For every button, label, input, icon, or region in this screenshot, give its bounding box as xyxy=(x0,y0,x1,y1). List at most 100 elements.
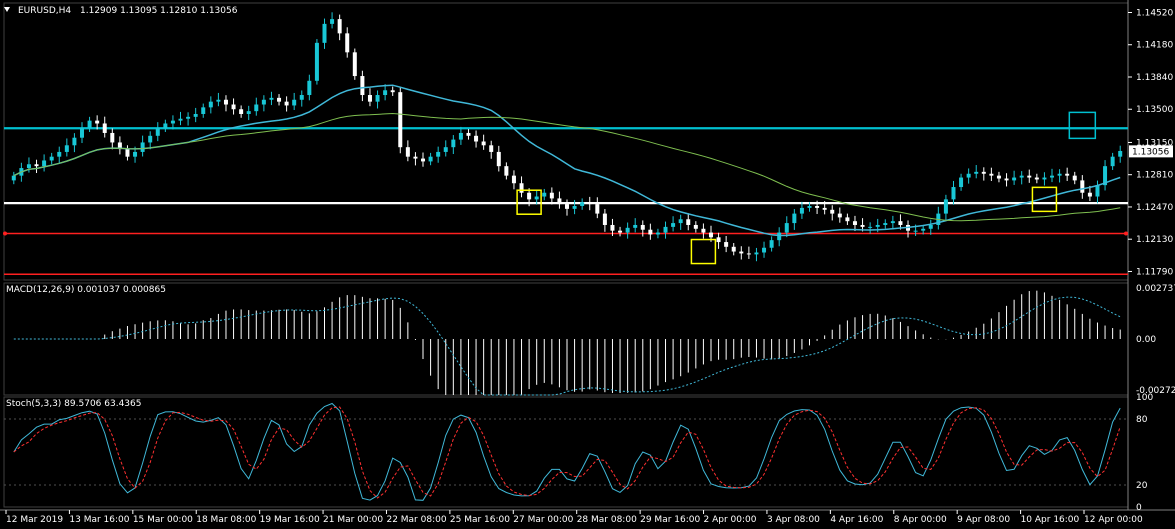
candle-body xyxy=(314,42,319,81)
candle-body xyxy=(405,147,410,157)
candle-body xyxy=(868,226,873,228)
annotation-boxes[interactable] xyxy=(516,111,1097,265)
price-tick-label: 1.14180 xyxy=(1136,41,1173,51)
time-tick-label: 22 Mar 08:00 xyxy=(386,515,446,525)
candle-body xyxy=(496,151,501,167)
time-tick-label: 12 Apr 00:00 xyxy=(1084,515,1143,525)
candle-body xyxy=(231,104,236,110)
time-tick-label: 21 Mar 00:00 xyxy=(323,515,383,525)
candle-body xyxy=(299,95,304,100)
stoch-tick-label: 20 xyxy=(1136,481,1148,491)
candle-body xyxy=(724,242,729,247)
candle-body xyxy=(610,224,615,231)
candle-body xyxy=(178,118,183,121)
candle-body xyxy=(367,95,372,102)
candle-body xyxy=(1057,173,1062,176)
last-price-label: 1.13056 xyxy=(1132,147,1169,157)
candle-body xyxy=(663,226,668,233)
candle-body xyxy=(792,213,797,224)
stoch-main-line xyxy=(13,402,1121,501)
candle-body xyxy=(322,23,327,43)
price-tick-label: 1.12130 xyxy=(1136,235,1173,245)
candle-body xyxy=(330,19,335,24)
candle-body xyxy=(527,192,532,200)
candle-body xyxy=(307,80,312,96)
candle-body xyxy=(996,175,1001,179)
candle-body xyxy=(989,173,994,176)
candle-body xyxy=(383,90,388,96)
candle-body xyxy=(1004,178,1009,181)
candle-body xyxy=(830,209,835,214)
annotation-box[interactable] xyxy=(690,238,717,265)
candle-body xyxy=(746,253,751,255)
candle-body xyxy=(580,202,585,207)
candle-body xyxy=(443,147,448,152)
candle-body xyxy=(11,175,16,181)
candle-body xyxy=(360,76,365,96)
candle-body xyxy=(186,116,191,119)
ohlc-readout: 1.12909 1.13095 1.12810 1.13056 xyxy=(80,6,238,16)
candle-body xyxy=(860,224,865,227)
candle-body xyxy=(239,109,244,114)
candle-body xyxy=(352,52,357,77)
time-tick-label: 4 Apr 16:00 xyxy=(830,515,883,525)
time-tick-label: 8 Apr 00:00 xyxy=(894,515,947,525)
candle-body xyxy=(1019,175,1024,178)
candle-body xyxy=(845,217,850,222)
chart-menu-arrow-icon[interactable] xyxy=(4,7,10,12)
candle-body xyxy=(852,221,857,225)
candle-body xyxy=(1080,180,1085,193)
candle-body xyxy=(511,175,516,184)
candle-body xyxy=(716,237,721,243)
candle-body xyxy=(292,99,297,106)
time-tick-label: 29 Mar 16:00 xyxy=(640,515,700,525)
candle-body xyxy=(466,132,471,136)
candle-body xyxy=(807,206,812,208)
candle-body xyxy=(277,97,282,102)
candle-body xyxy=(398,92,403,148)
candle-body xyxy=(481,141,486,146)
price-tick-label: 1.12810 xyxy=(1136,171,1173,181)
level-anchor-right[interactable] xyxy=(1124,231,1128,236)
candle-body xyxy=(822,207,827,210)
stoch-tick-label: 100 xyxy=(1136,393,1153,403)
candle-body xyxy=(678,219,683,224)
candle-body xyxy=(572,206,577,209)
candle-body xyxy=(837,213,842,218)
candle-body xyxy=(974,171,979,174)
candle-body xyxy=(1110,156,1115,167)
candle-body xyxy=(921,228,926,231)
candle-body xyxy=(640,224,645,230)
time-tick-label: 27 Mar 00:00 xyxy=(513,515,573,525)
annotation-box[interactable] xyxy=(1031,186,1058,213)
candle-body xyxy=(693,224,698,229)
candle-body xyxy=(943,199,948,214)
candle-body xyxy=(890,221,895,224)
macd-histogram: 0.0027370.00-0.002723 xyxy=(13,284,1175,396)
candle-body xyxy=(595,204,600,214)
candle-body xyxy=(519,183,524,193)
chart-window[interactable]: 0.0027370.00-0.002723 10080200 1.145201.… xyxy=(0,0,1175,529)
price-axis: 1.145201.141801.138401.135001.131501.128… xyxy=(1128,8,1173,277)
candle-body xyxy=(602,213,607,225)
candle-body xyxy=(815,206,820,208)
candle-body xyxy=(421,158,426,162)
candle-body xyxy=(269,97,274,100)
candle-body xyxy=(64,145,69,152)
horizontal-levels[interactable] xyxy=(3,127,1128,276)
candle-body xyxy=(223,99,228,105)
level-anchor-left[interactable] xyxy=(3,231,7,236)
stochastic-lines: 100 80 20 0 xyxy=(4,393,1153,513)
candle-body xyxy=(34,164,39,167)
candle-body xyxy=(959,177,964,188)
time-axis: 12 Mar 2019 13 Mar 16:00 15 Mar 00:00 18 Ma… xyxy=(5,510,1143,525)
candle-body xyxy=(79,128,84,138)
stoch-tick-label: 80 xyxy=(1136,415,1148,425)
candle-body xyxy=(777,232,782,241)
candle-body xyxy=(261,99,266,105)
candle-body xyxy=(72,137,77,146)
annotation-box[interactable] xyxy=(1068,111,1097,140)
time-tick-label: 15 Mar 00:00 xyxy=(133,515,193,525)
candle-body xyxy=(565,204,569,209)
candle-body xyxy=(708,232,713,238)
